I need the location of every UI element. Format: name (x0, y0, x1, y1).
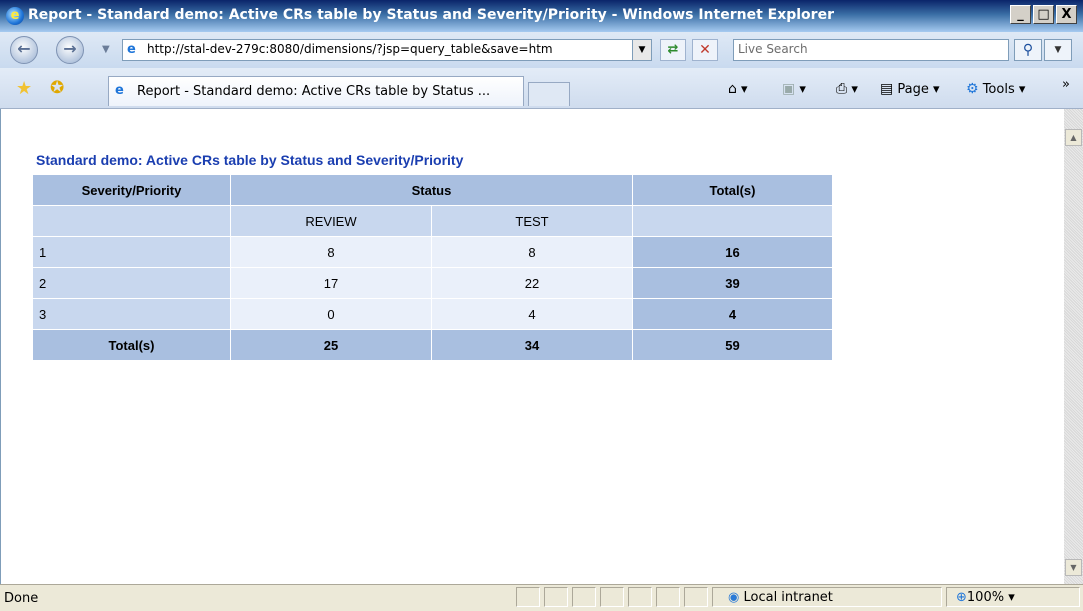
cell-row-total: 4 (632, 298, 833, 330)
total-test: 34 (431, 329, 633, 361)
tab-label: Report - Standard demo: Active CRs table… (137, 84, 491, 99)
cell-row-total: 16 (632, 236, 833, 268)
back-button[interactable]: ← (10, 36, 38, 64)
favorites-star-icon[interactable]: ★ (16, 78, 32, 99)
tab-toolbar: ★ ✪ e Report - Standard demo: Active CRs… (0, 68, 1083, 109)
page-menu[interactable]: ▤ Page ▾ (880, 81, 940, 97)
row-label: 3 (32, 298, 231, 330)
window-controls: _ □ X (1010, 5, 1077, 24)
recent-pages-dropdown-icon[interactable]: ▼ (102, 44, 110, 55)
report-table: Severity/Priority Status Total(s) REVIEW… (32, 174, 833, 361)
total-review: 25 (230, 329, 432, 361)
table-row: 2 17 22 39 (32, 267, 833, 299)
row-label: 1 (32, 236, 231, 268)
status-pane (684, 587, 708, 607)
status-pane (516, 587, 540, 607)
table-header-row: Severity/Priority Status Total(s) (32, 174, 833, 206)
cell-test: 8 (431, 236, 633, 268)
zone-label: Local intranet (743, 590, 833, 605)
new-tab-button[interactable] (528, 82, 570, 106)
forward-button[interactable]: → (56, 36, 84, 64)
status-pane (628, 587, 652, 607)
table-row: 3 0 4 4 (32, 298, 833, 330)
zoom-level: 100% (966, 590, 1005, 605)
subheader-review: REVIEW (230, 205, 432, 237)
scroll-down-icon[interactable]: ▼ (1065, 559, 1082, 576)
scroll-up-icon[interactable]: ▲ (1065, 129, 1082, 146)
feeds-icon[interactable]: ▣ ▾ (782, 81, 806, 97)
table-subheader-row: REVIEW TEST (32, 205, 833, 237)
subheader-test: TEST (431, 205, 633, 237)
totals-label: Total(s) (32, 329, 231, 361)
add-favorites-icon[interactable]: ✪ (50, 78, 64, 98)
cell-row-total: 39 (632, 267, 833, 299)
tab-page-icon: e (115, 83, 124, 98)
zoom-icon: ⊕ (956, 590, 967, 605)
search-options-dropdown-icon[interactable]: ▼ (1044, 39, 1072, 61)
minimize-button[interactable]: _ (1010, 5, 1031, 24)
gear-icon: ⚙ (966, 81, 979, 97)
tools-menu-label: Tools (982, 82, 1015, 97)
page-menu-icon: ▤ (880, 81, 894, 97)
status-pane (544, 587, 568, 607)
status-pane (656, 587, 680, 607)
cell-test: 22 (431, 267, 633, 299)
header-totals: Total(s) (632, 174, 833, 206)
close-button[interactable]: X (1056, 5, 1077, 24)
subheader-empty (32, 205, 231, 237)
chevron-more-icon[interactable]: » (1062, 77, 1070, 92)
search-input[interactable]: Live Search (733, 39, 1009, 61)
address-dropdown-icon[interactable]: ▼ (632, 40, 651, 60)
cell-review: 8 (230, 236, 432, 268)
cell-review: 17 (230, 267, 432, 299)
status-pane (572, 587, 596, 607)
window-titlebar[interactable]: e Report - Standard demo: Active CRs tab… (0, 0, 1083, 32)
zoom-control[interactable]: ⊕100% ▾ (956, 590, 1015, 605)
ie-logo-icon: e (6, 7, 24, 25)
page-menu-label: Page (897, 82, 929, 97)
search-icon[interactable]: ⚲ (1014, 39, 1042, 61)
security-zone[interactable]: ◉ Local intranet (728, 590, 833, 605)
header-status: Status (230, 174, 633, 206)
home-icon[interactable]: ⌂ ▾ (728, 81, 748, 97)
tab-report[interactable]: e Report - Standard demo: Active CRs tab… (108, 76, 524, 106)
status-text: Done (4, 591, 39, 606)
table-row: 1 8 8 16 (32, 236, 833, 268)
globe-icon: ◉ (728, 590, 740, 605)
subheader-total-empty (632, 205, 833, 237)
cell-review: 0 (230, 298, 432, 330)
header-severity-priority: Severity/Priority (32, 174, 231, 206)
status-bar: Done ◉ Local intranet ⊕100% ▾ (0, 584, 1083, 611)
print-icon[interactable]: ⎙ ▾ (836, 81, 858, 97)
stop-button[interactable]: ✕ (692, 39, 718, 61)
address-input[interactable]: http://stal-dev-279c:8080/dimensions/?js… (147, 42, 627, 56)
vertical-scrollbar[interactable]: ▲ ▼ (1064, 109, 1083, 584)
address-bar[interactable]: e http://stal-dev-279c:8080/dimensions/?… (122, 39, 652, 61)
report-title: Standard demo: Active CRs table by Statu… (36, 152, 464, 168)
maximize-button[interactable]: □ (1033, 5, 1054, 24)
grand-total: 59 (632, 329, 833, 361)
table-totals-row: Total(s) 25 34 59 (32, 329, 833, 361)
refresh-button[interactable]: ⇄ (660, 39, 686, 61)
tools-menu[interactable]: ⚙ Tools ▾ (966, 81, 1025, 97)
page-icon: e (127, 42, 136, 57)
row-label: 2 (32, 267, 231, 299)
window-title: Report - Standard demo: Active CRs table… (28, 7, 834, 23)
address-toolbar: ← → ▼ e http://stal-dev-279c:8080/dimens… (0, 32, 1083, 68)
cell-test: 4 (431, 298, 633, 330)
status-pane (600, 587, 624, 607)
